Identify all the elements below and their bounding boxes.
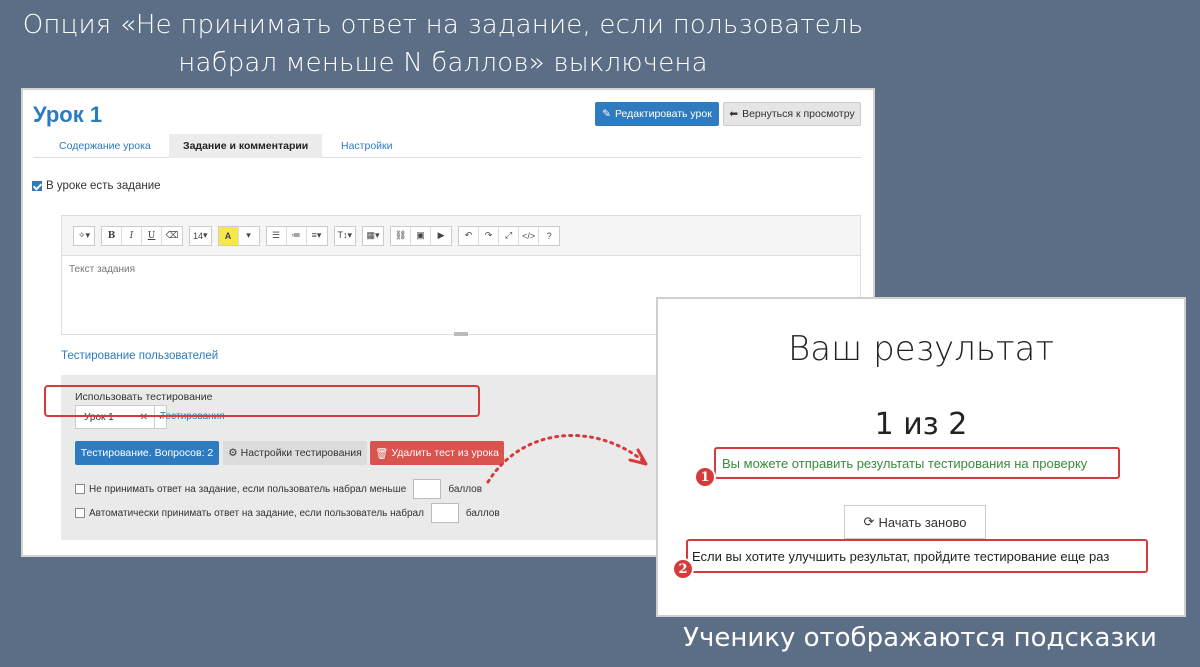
min-score-checkbox[interactable] [75, 484, 85, 494]
caption-bottom: Ученику отображаются подсказки [683, 623, 1157, 653]
min-score-option[interactable]: Не принимать ответ на задание, если поль… [75, 479, 482, 499]
auto-accept-input[interactable] [430, 503, 459, 523]
bullet-list-icon[interactable]: ☰ [267, 226, 287, 245]
min-score-unit: баллов [448, 483, 483, 495]
tab-content[interactable]: Содержание урока [45, 134, 165, 158]
undo-icon[interactable]: ↶ [459, 226, 480, 245]
min-score-label: Не принимать ответ на задание, если поль… [89, 483, 407, 495]
gear-icon: ⚙ [228, 447, 238, 459]
lesson-title: Урок 1 [33, 102, 103, 127]
chevron-down-icon[interactable]: ▾ [239, 227, 259, 245]
caption-top: Опция «Не принимать ответ на задание, ес… [22, 10, 864, 78]
font-size-select[interactable]: 14 ▾ [190, 227, 211, 245]
hint-send-results[interactable]: Вы можете отправить результаты тестирова… [714, 447, 1120, 479]
line-height-icon[interactable]: T↕▾ [335, 227, 356, 245]
help-button[interactable]: ? [539, 227, 559, 245]
editor-toolbar: ✧▾ B I U ⌫ 14 ▾ A ▾ ☰ ≔ ≡▾ T↕▾ ▦▾ ⛓ ▣ ▶ … [62, 216, 860, 256]
redo-icon[interactable]: ↷ [479, 226, 500, 245]
edit-lesson-button[interactable]: ✎ Редактировать урок [595, 102, 719, 126]
edit-lesson-label: Редактировать урок [614, 108, 712, 120]
back-to-view-button[interactable]: ⬅ Вернуться к просмотру [723, 102, 861, 126]
has-task-checkbox-row[interactable]: В уроке есть задание [32, 180, 161, 192]
hint-improve-result: Если вы хотите улучшить результат, пройд… [686, 539, 1148, 573]
questions-button[interactable]: Тестирование. Вопросов: 2 [75, 441, 219, 465]
tab-task-comments[interactable]: Задание и комментарии [169, 134, 323, 158]
result-panel: Ваш результат 1 из 2 Вы можете отправить… [656, 297, 1186, 617]
auto-accept-label: Автоматически принимать ответ на задание… [89, 507, 424, 519]
min-score-input[interactable] [413, 479, 442, 499]
restart-label: Начать заново [878, 514, 967, 530]
marker-2: 2 [672, 558, 694, 580]
underline-button[interactable]: U [142, 226, 162, 245]
result-score: 1 из 2 [874, 407, 968, 442]
restart-button[interactable]: ⟳ Начать заново [844, 505, 986, 539]
tab-settings[interactable]: Настройки [327, 134, 407, 158]
eraser-icon[interactable]: ⌫ [162, 227, 182, 245]
test-settings-label: Настройки тестирования [240, 447, 362, 459]
lesson-tabs: Содержание урока Задание и комментарии Н… [33, 134, 861, 158]
trash-icon: 🗑 [375, 447, 389, 460]
link-icon[interactable]: ⛓ [391, 226, 412, 245]
fullscreen-icon[interactable]: ⤢ [499, 226, 520, 245]
has-task-checkbox[interactable] [32, 181, 42, 191]
bold-button[interactable]: B [102, 226, 122, 245]
arrow-left-icon: ⬅ [729, 108, 739, 120]
dotted-arrow [486, 433, 648, 484]
magic-wand-icon[interactable]: ✧▾ [74, 227, 94, 245]
align-icon[interactable]: ≡▾ [307, 227, 327, 245]
testing-section-link[interactable]: Тестирование пользователей [61, 350, 218, 362]
marker-1: 1 [694, 466, 716, 488]
back-to-view-label: Вернуться к просмотру [742, 108, 855, 120]
font-size-value: 14 [193, 230, 204, 241]
auto-accept-checkbox[interactable] [75, 508, 85, 518]
image-icon[interactable]: ▣ [411, 226, 432, 245]
auto-accept-option[interactable]: Автоматически принимать ответ на задание… [75, 503, 500, 523]
italic-button[interactable]: I [122, 226, 142, 245]
video-icon[interactable]: ▶ [431, 227, 451, 245]
resize-handle[interactable] [454, 332, 468, 336]
code-view-icon[interactable]: </> [519, 226, 540, 245]
table-icon[interactable]: ▦▾ [363, 227, 383, 245]
has-task-label: В уроке есть задание [46, 180, 161, 192]
test-settings-button[interactable]: ⚙ Настройки тестирования [223, 441, 367, 465]
edit-icon: ✎ [602, 108, 611, 120]
numbered-list-icon[interactable]: ≔ [287, 226, 307, 245]
highlight-frame [44, 385, 480, 417]
text-color-icon[interactable]: A [218, 226, 239, 245]
refresh-icon: ⟳ [863, 514, 875, 529]
result-title: Ваш результат [788, 329, 1054, 369]
